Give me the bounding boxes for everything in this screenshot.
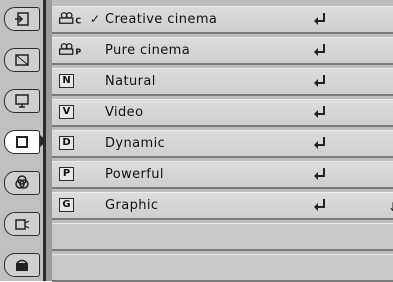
menu-empty-row	[52, 223, 393, 251]
color-icon	[15, 175, 29, 189]
menu-item-label: Dynamic	[105, 136, 166, 151]
n-box-icon: N	[59, 74, 74, 88]
menu-item-label: Video	[105, 105, 144, 120]
input-icon	[15, 12, 29, 26]
image-mode-menu: C ✓ Creative cinema P Pure cinema N Natu…	[52, 0, 393, 282]
menu-item-video[interactable]: V Video	[52, 99, 393, 127]
menu-item-label: Natural	[105, 74, 156, 89]
enter-icon	[314, 168, 325, 180]
screen-tab[interactable]	[4, 48, 40, 72]
g-box-icon: G	[59, 198, 74, 212]
screen-icon	[15, 54, 29, 66]
selected-check: ✓	[90, 12, 101, 26]
svg-text:C: C	[75, 16, 81, 25]
image-select-tab[interactable]	[4, 130, 40, 154]
enter-icon	[314, 13, 325, 25]
input-tab[interactable]	[4, 7, 40, 31]
menu-item-dynamic[interactable]: D Dynamic	[52, 130, 393, 158]
setting-icon	[16, 259, 28, 271]
menu-item-natural[interactable]: N Natural	[52, 68, 393, 96]
color-tab[interactable]	[4, 171, 40, 195]
menu-item-creative-cinema[interactable]: C ✓ Creative cinema	[52, 6, 393, 34]
enter-icon	[314, 75, 325, 87]
scroll-down-indicator: ↓	[388, 200, 393, 214]
pc-adjust-icon	[15, 94, 29, 108]
p-box-icon: P	[59, 167, 74, 181]
d-box-icon: D	[59, 136, 74, 150]
projector-image-menu: C ✓ Creative cinema P Pure cinema N Natu…	[0, 0, 393, 282]
film-p-icon: P	[58, 43, 81, 56]
menu-item-label: Graphic	[105, 198, 159, 213]
svg-text:P: P	[75, 47, 81, 56]
v-box-icon: V	[59, 105, 74, 119]
menu-empty-row	[52, 254, 393, 282]
sound-tab[interactable]	[4, 212, 40, 236]
enter-icon	[314, 106, 325, 118]
menu-item-powerful[interactable]: P Powerful	[52, 161, 393, 189]
setting-tab[interactable]	[4, 253, 40, 277]
film-c-icon: C	[58, 12, 81, 25]
pc-adjust-tab[interactable]	[4, 89, 40, 113]
enter-icon	[314, 44, 325, 56]
menu-item-graphic[interactable]: G Graphic ↓	[52, 192, 393, 220]
menu-item-label: Pure cinema	[105, 43, 191, 58]
menu-item-pure-cinema[interactable]: P Pure cinema	[52, 37, 393, 65]
image-select-icon	[16, 136, 28, 148]
enter-icon	[314, 137, 325, 149]
enter-icon	[314, 199, 325, 211]
sound-icon	[15, 219, 30, 230]
menu-item-label: Powerful	[105, 167, 164, 182]
menu-item-label: Creative cinema	[105, 12, 218, 27]
